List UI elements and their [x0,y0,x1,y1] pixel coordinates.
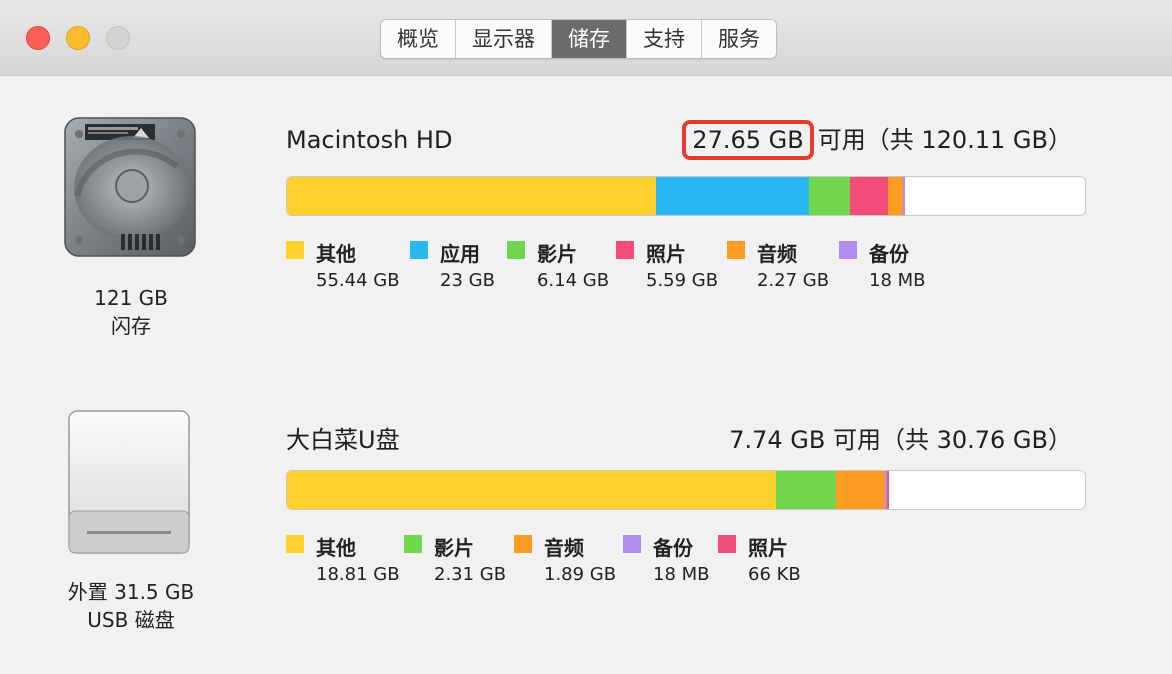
usage-segment-photos [887,471,890,509]
legend-label: 照片 [646,242,686,266]
usage-segment-other [287,177,657,215]
legend-size: 66 KB [748,564,801,585]
legend-label: 备份 [869,242,909,266]
usage-segment-movies [809,177,851,215]
storage-window: 概览 显示器 储存 支持 服务 121 GB 闪存 Macintosh HD 2… [0,0,1172,674]
tab-service[interactable]: 服务 [702,20,776,58]
legend-swatch-audio [727,241,745,259]
drive-capacity-label: 121 GB [94,286,168,310]
tab-bar: 概览 显示器 储存 支持 服务 [380,19,777,59]
drive-type-label: USB 磁盘 [87,608,175,632]
storage-content: 121 GB 闪存 Macintosh HD 27.65 GB 可用（共 120.… [0,76,1172,674]
usage-segment-audio [836,471,886,509]
legend-swatch-movies [404,535,422,553]
legend-label: 应用 [440,242,480,266]
drive-type-label: 闪存 [111,314,151,338]
legend-size: 18.81 GB [316,564,400,585]
legend-size: 5.59 GB [646,270,719,291]
legend-size: 18 MB [869,270,926,291]
legend-label: 其他 [316,536,356,560]
legend-size: 2.27 GB [757,270,830,291]
legend-swatch-other [286,535,304,553]
usage-segment-photos [850,177,888,215]
legend-swatch-photos [616,241,634,259]
free-space-value: 7.74 GB [729,426,826,454]
external-usb-drive-icon [65,409,201,561]
legend-swatch-backups [623,535,641,553]
free-space-highlight: 27.65 GB [682,120,814,160]
zoom-window-button[interactable] [106,26,130,50]
legend-size: 55.44 GB [316,270,400,291]
close-window-button[interactable] [26,26,50,50]
tab-overview[interactable]: 概览 [381,20,456,58]
legend-swatch-movies [507,241,525,259]
legend-label: 影片 [434,536,474,560]
storage-usage-bar [286,470,1086,510]
usage-segment-apps [656,177,810,215]
usage-segment-other [287,471,777,509]
volume-name-macintosh-hd: Macintosh HD [286,126,453,154]
legend-label: 照片 [748,536,788,560]
legend-label: 音频 [757,242,797,266]
tab-storage[interactable]: 储存 [552,20,627,58]
availability-total: 可用（共 120.11 GB） [817,126,1072,154]
usage-segment-backups [902,177,905,215]
tab-support[interactable]: 支持 [627,20,702,58]
availability-total: 可用（共 30.76 GB） [832,426,1072,454]
legend-label: 其他 [316,242,356,266]
tab-displays[interactable]: 显示器 [456,20,552,58]
legend-swatch-audio [514,535,532,553]
legend-swatch-photos [718,535,736,553]
drive-caption-internal: 121 GB 闪存 [31,284,231,340]
volume-name-usb: 大白菜U盘 [286,426,400,454]
internal-hard-drive-icon [57,116,203,265]
legend-size: 18 MB [653,564,710,585]
volume-availability-macintosh-hd: 27.65 GB 可用（共 120.11 GB） [682,120,1072,160]
legend-size: 2.31 GB [434,564,507,585]
legend-swatch-backups [839,241,857,259]
legend-size: 1.89 GB [544,564,617,585]
storage-usage-bar [286,176,1086,216]
legend-size: 23 GB [440,270,495,291]
legend-label: 影片 [537,242,577,266]
legend-size: 6.14 GB [537,270,610,291]
usage-segment-audio [887,177,903,215]
drive-capacity-label: 外置 31.5 GB [67,580,195,604]
drive-caption-usb: 外置 31.5 GB USB 磁盘 [31,578,231,634]
legend-swatch-apps [410,241,428,259]
volume-availability-usb: 7.74 GB 可用（共 30.76 GB） [729,420,1072,455]
legend-label: 音频 [544,536,584,560]
minimize-window-button[interactable] [66,26,90,50]
legend-swatch-other [286,241,304,259]
usage-segment-movies [776,471,837,509]
title-bar: 概览 显示器 储存 支持 服务 [0,0,1172,76]
legend-label: 备份 [653,536,693,560]
